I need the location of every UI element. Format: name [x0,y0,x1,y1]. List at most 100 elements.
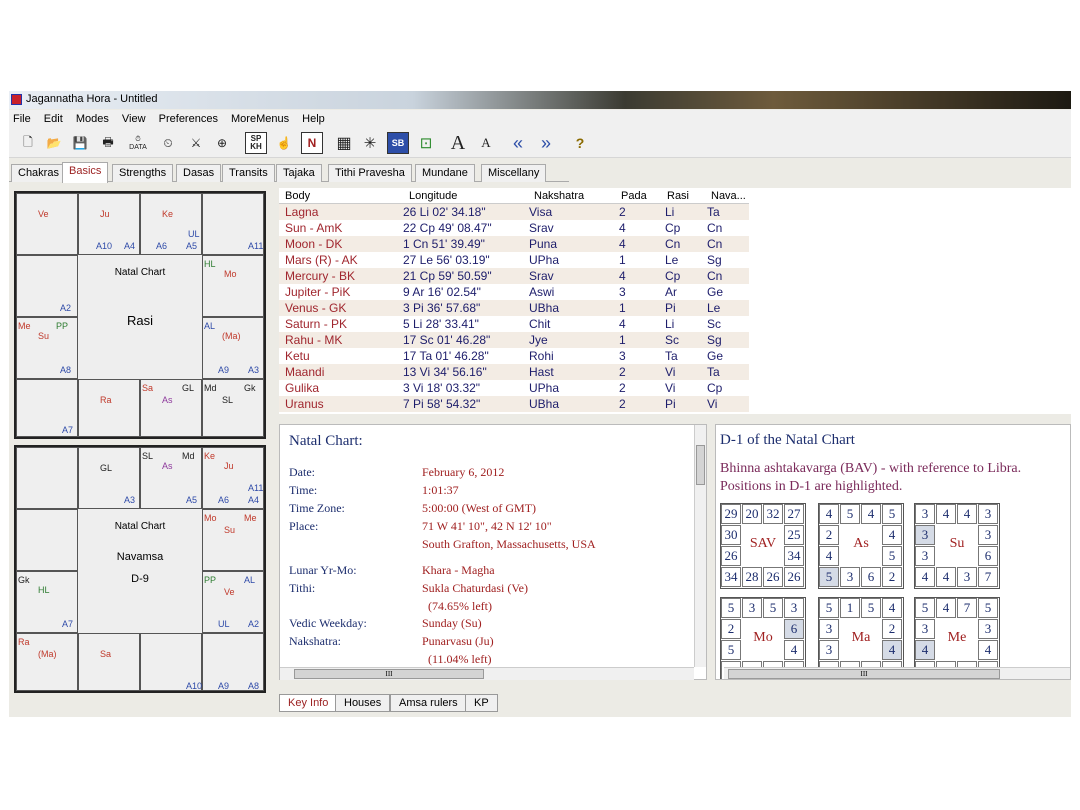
bav-hscroll-thumb[interactable]: III [728,669,1000,679]
tab-amsa-rulers[interactable]: Amsa rulers [390,694,467,712]
rasi-hl: HL [204,259,216,269]
tab-chakras[interactable]: Chakras [11,164,66,182]
menu-file[interactable]: File [13,110,31,128]
col-navamsa[interactable]: Nava... [711,190,746,202]
tab-tajaka[interactable]: Tajaka [276,164,322,182]
bav-cell: 4 [915,567,935,587]
sun-chart-icon[interactable]: ✳ [359,132,381,154]
cell-pada: 4 [619,221,626,235]
table-row[interactable]: Lagna 26 Li 02' 34.18" Visa 2 Li Ta [279,204,749,220]
col-body[interactable]: Body [285,190,310,202]
bav-cell: 7 [957,598,977,618]
font-smaller-button[interactable]: A [475,132,497,154]
table-row[interactable]: Gulika 3 Vi 18' 03.32" UPha 2 Vi Cp [279,380,749,396]
tab-houses[interactable]: Houses [335,694,391,712]
globe-icon[interactable]: ⊕ [211,132,233,154]
info-scroll-thumb[interactable] [696,445,705,485]
bav-cell: 34 [721,567,741,587]
col-pada[interactable]: Pada [621,190,647,202]
col-nakshatra[interactable]: Nakshatra [534,190,584,202]
table-row[interactable]: Saturn - PK 5 Li 28' 33.41" Chit 4 Li Sc [279,316,749,332]
bav-cell: 26 [763,567,783,587]
cell-longitude: 3 Pi 36' 57.68" [403,301,481,315]
hand-k-icon[interactable]: ☝ [273,132,295,154]
print-icon[interactable]: 🖶 [97,132,119,154]
table-row[interactable]: Venus - GK 3 Pi 36' 57.68" UBha 1 Pi Le [279,300,749,316]
info-horizontal-scrollbar[interactable]: III [280,667,694,680]
tab-tithi-pravesha[interactable]: Tithi Pravesha [328,164,412,182]
menu-modes[interactable]: Modes [76,110,109,128]
cell-nakshatra: Hast [529,365,554,379]
open-folder-icon[interactable]: 📂 [43,132,65,154]
col-longitude[interactable]: Longitude [409,190,457,202]
help-icon[interactable]: ? [569,132,591,154]
table-row[interactable]: Moon - DK 1 Cn 51' 39.49" Puna 4 Cn Cn [279,236,749,252]
cell-navamsa: Cn [707,221,723,235]
cell-navamsa: Ge [707,285,724,299]
data-clock-icon[interactable]: ⏱ DATA [127,132,149,154]
rasi-ul: UL [188,229,200,239]
col-rasi[interactable]: Rasi [667,190,689,202]
rasi-a4: A4 [124,241,136,251]
tab-basics[interactable]: Basics [62,162,109,183]
nav-a2: A2 [248,619,260,629]
sb-button[interactable]: SB [387,132,409,154]
cell-nakshatra: UPha [529,381,560,395]
bav-grid-name: Ma [851,630,871,645]
planet-table[interactable]: Body Longitude Nakshatra Pada Rasi Nava.… [279,188,1071,414]
menu-help[interactable]: Help [302,110,325,128]
table-row[interactable]: Sun - AmK 22 Cp 49' 08.47" Srav 4 Cp Cn [279,220,749,236]
bav-horizontal-scrollbar[interactable]: III [724,667,1070,679]
rasi-mo: Mo [224,269,237,279]
save-icon[interactable]: 💾 [69,132,91,154]
tab-transits[interactable]: Transits [222,164,275,182]
menu-edit[interactable]: Edit [44,110,63,128]
place-name: South Grafton, Massachusetts, USA [422,537,596,551]
navamsa-chart[interactable]: Natal Chart Navamsa D-9 GL SL Md As Ke J… [14,445,266,693]
forward-icon[interactable]: » [535,132,557,154]
bav-cell: 25 [784,525,804,545]
table-row[interactable]: Ketu 17 Ta 01' 46.28" Rohi 3 Ta Ge [279,348,749,364]
cell-body: Mars (R) - AK [285,253,358,267]
menu-moremenus[interactable]: MoreMenus [231,110,289,128]
table-row[interactable]: Maandi 13 Vi 34' 56.16" Hast 2 Vi Ta [279,364,749,380]
square-chart-icon[interactable]: ⊡ [415,132,437,154]
tab-strengths[interactable]: Strengths [112,164,174,182]
back-icon[interactable]: « [507,132,529,154]
rasi-chart[interactable]: Natal Chart Rasi Ve Ju Ke UL A10 A4 A6 A… [14,191,266,439]
new-file-icon[interactable]: 🗋 [17,132,39,154]
time-step-icon[interactable]: ⏲ [157,132,179,154]
n-button[interactable]: N [301,132,323,154]
tab-mundane[interactable]: Mundane [415,164,475,182]
rectify-icon[interactable]: ⚔ [185,132,207,154]
table-row[interactable]: Mercury - BK 21 Cp 59' 50.59" Srav 4 Cp Cn [279,268,749,284]
bav-cell: 5 [819,567,839,587]
rasi-a5: A5 [186,241,198,251]
cell-rasi: Vi [665,365,676,379]
bav-cell: 32 [763,504,783,524]
table-row[interactable]: Mars (R) - AK 27 Le 56' 03.19" UPha 1 Le Sg [279,252,749,268]
menu-view[interactable]: View [122,110,146,128]
table-row[interactable]: Rahu - MK 17 Sc 01' 46.28" Jye 1 Sc Sg [279,332,749,348]
info-vertical-scrollbar[interactable] [694,425,706,667]
info-hscroll-thumb[interactable]: III [294,669,484,679]
tab-miscellany[interactable]: Miscellany [481,164,547,182]
font-larger-button[interactable]: A [447,132,469,154]
bav-cell: 2 [882,619,902,639]
lunar-value: Khara - Magha [422,563,495,577]
menu-preferences[interactable]: Preferences [159,110,218,128]
grid-chart-icon[interactable]: ▦ [333,132,355,154]
cell-nakshatra: Visa [529,205,553,219]
sp-kh-button[interactable]: SP KH [245,132,267,154]
table-row[interactable]: Uranus 7 Pi 58' 54.32" UBha 2 Pi Vi [279,396,749,412]
cell-body: Saturn - PK [285,317,348,331]
cell-body: Gulika [285,381,320,395]
cell-body: Rahu - MK [285,333,343,347]
tab-key-info[interactable]: Key Info [279,694,338,712]
table-row[interactable]: Jupiter - PiK 9 Ar 16' 02.54" Aswi 3 Ar Ge [279,284,749,300]
rasi-md: Md [204,383,217,393]
cell-pada: 2 [619,397,626,411]
tab-dasas[interactable]: Dasas [176,164,222,182]
cell-rasi: Sc [665,333,680,347]
tab-kp[interactable]: KP [465,694,498,712]
